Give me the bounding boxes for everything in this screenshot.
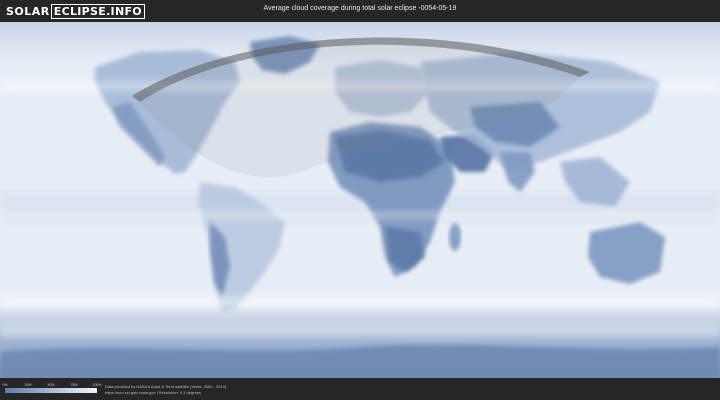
page-title: Average cloud coverage during total sola… [263, 5, 457, 12]
footer-bar: 0% 25% 50% 75% 100% Data provided by NAS… [0, 378, 720, 400]
legend-tick-25: 25% [24, 383, 32, 387]
legend-tick-0: 0% [2, 383, 8, 387]
antarctica-landmass [0, 344, 720, 378]
credit-line-2[interactable]: https://neo.sci.gsfc.nasa.gov | Resoluti… [105, 390, 226, 396]
legend-tick-75: 75% [70, 383, 78, 387]
cloud-coverage-map [0, 22, 720, 378]
madagascar [449, 223, 461, 251]
legend-tick-50: 50% [47, 383, 55, 387]
legend-tick-100: 100% [92, 383, 102, 387]
world-map-svg [0, 22, 720, 378]
header-bar: SOLAR ECLIPSE.INFO Average cloud coverag… [0, 0, 720, 22]
cloud-coverage-legend-bar [5, 388, 97, 393]
data-credit: Data provided by NASA's Aqua & Terra sat… [105, 384, 226, 396]
